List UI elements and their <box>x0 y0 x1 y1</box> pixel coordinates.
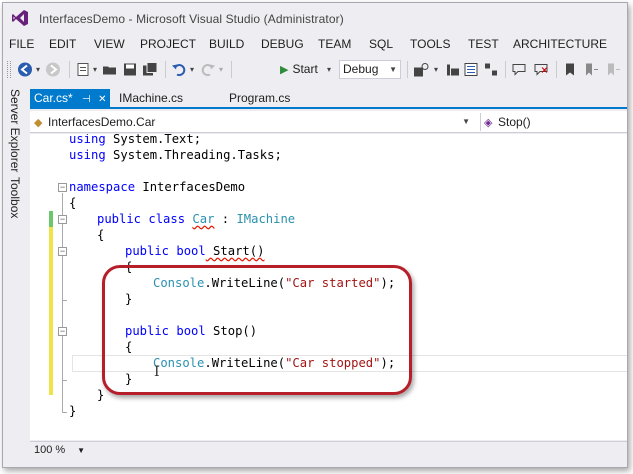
nav-divider <box>480 113 481 131</box>
toolbar-separator <box>165 61 166 78</box>
member-dropdown[interactable]: ◈ Stop() <box>484 113 624 131</box>
toolbox-tab[interactable]: Toolbox <box>8 177 22 218</box>
save-all-icon[interactable] <box>142 61 158 78</box>
visual-studio-window: InterfacesDemo - Microsoft Visual Studio… <box>2 2 628 468</box>
menu-file[interactable]: FILE <box>9 37 34 51</box>
chevron-down-icon: ▼ <box>462 117 470 126</box>
new-dropdown-icon[interactable]: ▾ <box>91 61 99 78</box>
back-icon[interactable] <box>17 61 33 78</box>
object-browser-icon[interactable] <box>483 61 499 78</box>
type-value: InterfacesDemo.Car <box>48 115 156 129</box>
chevron-down-icon: ▼ <box>389 65 397 74</box>
toolbar-separator <box>556 61 557 78</box>
side-tool-panel: Server Explorer Toolbox <box>3 85 28 467</box>
close-icon[interactable]: ✕ <box>98 94 106 105</box>
toolbar-grip[interactable] <box>7 61 11 78</box>
code-line: using System.Text; <box>69 134 202 146</box>
menu-view[interactable]: VIEW <box>94 37 125 51</box>
unsaved-change-bar <box>49 227 53 395</box>
solution-explorer-icon[interactable] <box>445 61 461 78</box>
code-line: { <box>69 196 77 210</box>
menu-architecture[interactable]: ARCHITECTURE <box>513 37 607 51</box>
find-in-files-icon[interactable] <box>413 61 431 78</box>
tab-program-cs[interactable]: Program.cs <box>229 89 290 107</box>
properties-icon[interactable] <box>463 61 479 78</box>
code-line: using System.Threading.Tasks; <box>69 148 282 162</box>
tab-label: IMachine.cs <box>119 91 184 105</box>
tab-imachine-cs[interactable]: IMachine.cs <box>119 89 183 107</box>
outline-guide-end <box>62 412 67 413</box>
class-icon: ◆ <box>34 117 43 129</box>
collapse-start-method-icon[interactable]: − <box>58 247 67 256</box>
bookmark-icon[interactable] <box>563 61 577 78</box>
tab-label: Car.cs* <box>34 91 73 105</box>
menu-sql[interactable]: SQL <box>369 37 393 51</box>
visual-studio-logo-icon <box>12 10 28 26</box>
solution-configuration-select[interactable]: Debug ▼ <box>339 60 401 79</box>
menu-debug[interactable]: DEBUG <box>261 37 304 51</box>
chevron-down-icon: ▼ <box>77 446 85 455</box>
saved-change-bar <box>49 211 53 227</box>
undo-dropdown-icon[interactable]: ▾ <box>188 61 196 78</box>
tab-label: Program.cs <box>229 91 291 105</box>
tab-car-cs[interactable]: Car.cs* ⊣ ✕ <box>30 89 111 107</box>
save-icon[interactable] <box>122 61 138 78</box>
method-icon: ◈ <box>484 117 493 129</box>
comment-icon[interactable] <box>511 61 527 78</box>
window-title: InterfacesDemo - Microsoft Visual Studio… <box>39 12 344 26</box>
find-dropdown-icon[interactable]: ▾ <box>432 61 440 78</box>
document-tab-strip: Car.cs* ⊣ ✕ IMachine.cs Program.cs <box>30 89 627 109</box>
zoom-select[interactable]: 100 % ▼ <box>32 443 87 458</box>
code-line: public bool Start() <box>125 244 265 258</box>
menu-edit[interactable]: EDIT <box>49 37 76 51</box>
previous-bookmark-icon[interactable] <box>583 61 599 78</box>
code-editor[interactable]: − − − − using System.Text; using System.… <box>30 134 627 440</box>
code-line: } <box>97 388 105 402</box>
menu-project[interactable]: PROJECT <box>140 37 196 51</box>
redo-icon[interactable] <box>200 61 216 78</box>
open-file-icon[interactable] <box>102 61 118 78</box>
toolbar-separator <box>69 61 70 78</box>
menu-test[interactable]: TEST <box>468 37 499 51</box>
annotation-highlight <box>102 265 412 395</box>
standard-toolbar: ▾ ▾ ▾ ▾ ▶ Start ▾ Debug ▼ ▾ <box>3 56 627 83</box>
code-line: { <box>97 228 105 242</box>
new-project-icon[interactable] <box>75 61 91 78</box>
type-dropdown[interactable]: ◆ InterfacesDemo.Car ▼ <box>34 113 474 131</box>
toolbar-separator <box>505 61 506 78</box>
start-label: Start <box>292 62 318 76</box>
next-bookmark-icon[interactable] <box>605 61 621 78</box>
redo-dropdown-icon[interactable]: ▾ <box>217 61 225 78</box>
configuration-value: Debug <box>343 62 379 76</box>
title-bar: InterfacesDemo - Microsoft Visual Studio… <box>3 3 627 33</box>
pin-icon[interactable]: ⊣ <box>82 94 91 105</box>
toolbar-separator <box>407 61 408 78</box>
zoom-value: 100 % <box>34 444 66 456</box>
uncomment-icon[interactable] <box>533 61 549 78</box>
member-value: Stop() <box>498 115 531 129</box>
forward-icon[interactable] <box>45 61 61 78</box>
collapse-stop-method-icon[interactable]: − <box>58 327 67 336</box>
code-navigation-bar: ◆ InterfacesDemo.Car ▼ ◈ Stop() <box>30 111 627 133</box>
code-line: namespace InterfacesDemo <box>69 180 246 194</box>
start-dropdown-icon[interactable]: ▾ <box>325 61 333 78</box>
menu-build[interactable]: BUILD <box>209 37 244 51</box>
menu-team[interactable]: TEAM <box>318 37 351 51</box>
undo-icon[interactable] <box>171 61 187 78</box>
server-explorer-tab[interactable]: Server Explorer <box>8 89 22 172</box>
code-line: public class Car : IMachine <box>97 212 296 226</box>
toolbar-separator <box>231 61 232 78</box>
outline-guide-end <box>62 300 67 301</box>
menu-tools[interactable]: TOOLS <box>410 37 450 51</box>
collapse-class-icon[interactable]: − <box>58 215 67 224</box>
collapse-namespace-icon[interactable]: − <box>58 183 67 192</box>
editor-status-bar: 100 % ▼ <box>30 441 627 458</box>
start-debugging-button[interactable]: ▶ Start <box>280 61 318 78</box>
code-line: } <box>69 404 77 418</box>
back-dropdown-icon[interactable]: ▾ <box>34 61 42 78</box>
outline-guide-end <box>62 380 67 381</box>
play-icon: ▶ <box>280 64 289 76</box>
menu-bar: FILE EDIT VIEW PROJECT BUILD DEBUG TEAM … <box>3 33 627 55</box>
